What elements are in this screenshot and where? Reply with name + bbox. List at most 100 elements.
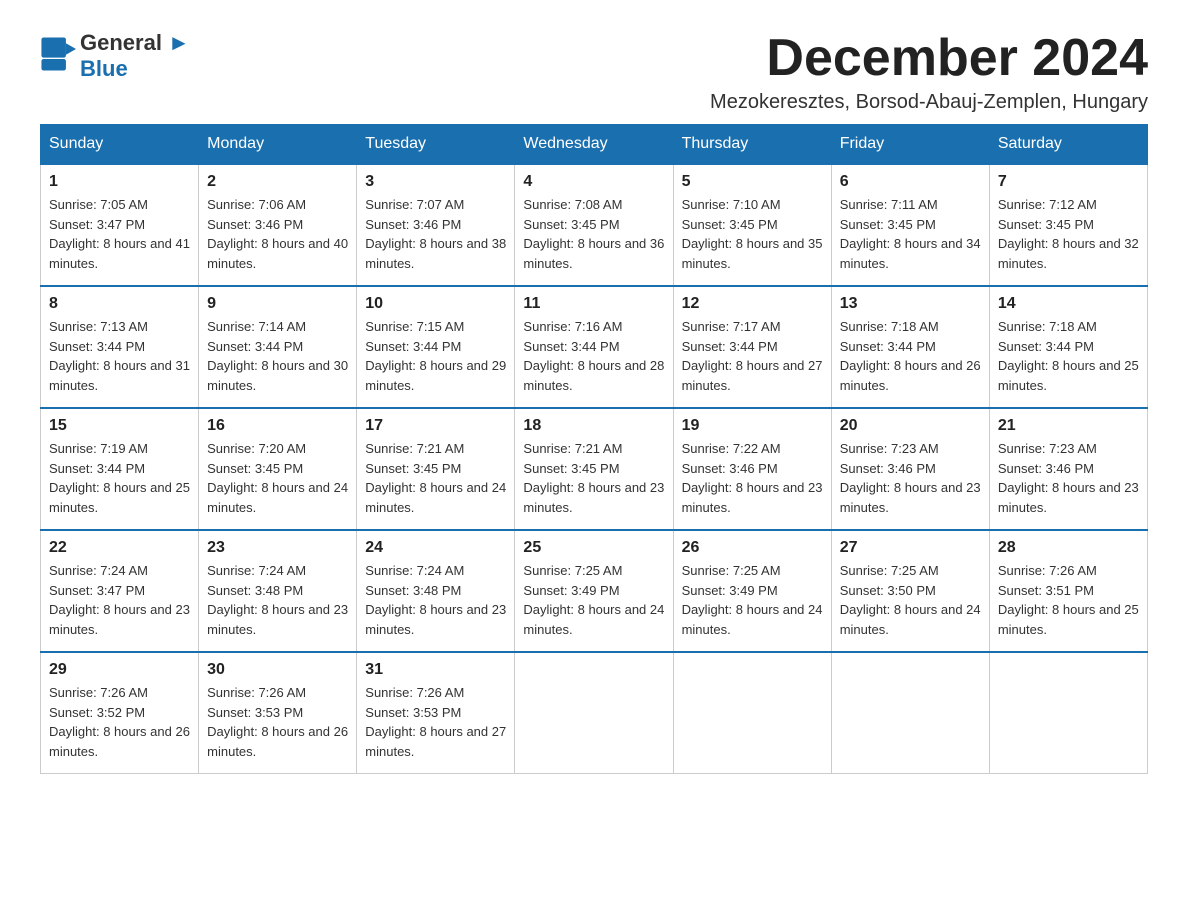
weekday-header-sunday: Sunday: [41, 125, 199, 165]
calendar-cell: 4 Sunrise: 7:08 AM Sunset: 3:45 PM Dayli…: [515, 164, 673, 286]
day-number: 10: [365, 295, 506, 313]
day-info: Sunrise: 7:25 AM Sunset: 3:49 PM Dayligh…: [523, 561, 664, 639]
weekday-header-monday: Monday: [199, 125, 357, 165]
day-number: 20: [840, 417, 981, 435]
day-number: 28: [998, 539, 1139, 557]
calendar-cell: 10 Sunrise: 7:15 AM Sunset: 3:44 PM Dayl…: [357, 286, 515, 408]
day-info: Sunrise: 7:25 AM Sunset: 3:49 PM Dayligh…: [682, 561, 823, 639]
calendar-cell: 30 Sunrise: 7:26 AM Sunset: 3:53 PM Dayl…: [199, 652, 357, 774]
calendar-cell: 9 Sunrise: 7:14 AM Sunset: 3:44 PM Dayli…: [199, 286, 357, 408]
day-info: Sunrise: 7:24 AM Sunset: 3:48 PM Dayligh…: [365, 561, 506, 639]
calendar-cell: 21 Sunrise: 7:23 AM Sunset: 3:46 PM Dayl…: [989, 408, 1147, 530]
day-number: 13: [840, 295, 981, 313]
day-number: 17: [365, 417, 506, 435]
day-info: Sunrise: 7:24 AM Sunset: 3:47 PM Dayligh…: [49, 561, 190, 639]
weekday-header-saturday: Saturday: [989, 125, 1147, 165]
day-info: Sunrise: 7:21 AM Sunset: 3:45 PM Dayligh…: [365, 439, 506, 517]
calendar-week-row: 15 Sunrise: 7:19 AM Sunset: 3:44 PM Dayl…: [41, 408, 1148, 530]
calendar-cell: 15 Sunrise: 7:19 AM Sunset: 3:44 PM Dayl…: [41, 408, 199, 530]
day-number: 30: [207, 661, 348, 679]
calendar-cell: 23 Sunrise: 7:24 AM Sunset: 3:48 PM Dayl…: [199, 530, 357, 652]
day-number: 31: [365, 661, 506, 679]
calendar-cell: 22 Sunrise: 7:24 AM Sunset: 3:47 PM Dayl…: [41, 530, 199, 652]
day-number: 21: [998, 417, 1139, 435]
calendar-cell: 18 Sunrise: 7:21 AM Sunset: 3:45 PM Dayl…: [515, 408, 673, 530]
calendar-cell: 11 Sunrise: 7:16 AM Sunset: 3:44 PM Dayl…: [515, 286, 673, 408]
day-info: Sunrise: 7:26 AM Sunset: 3:53 PM Dayligh…: [207, 683, 348, 761]
day-info: Sunrise: 7:07 AM Sunset: 3:46 PM Dayligh…: [365, 195, 506, 273]
calendar-table: SundayMondayTuesdayWednesdayThursdayFrid…: [40, 124, 1148, 774]
day-info: Sunrise: 7:06 AM Sunset: 3:46 PM Dayligh…: [207, 195, 348, 273]
day-number: 14: [998, 295, 1139, 313]
calendar-cell: 17 Sunrise: 7:21 AM Sunset: 3:45 PM Dayl…: [357, 408, 515, 530]
day-number: 1: [49, 173, 190, 191]
day-number: 12: [682, 295, 823, 313]
day-info: Sunrise: 7:10 AM Sunset: 3:45 PM Dayligh…: [682, 195, 823, 273]
day-number: 29: [49, 661, 190, 679]
calendar-cell: 2 Sunrise: 7:06 AM Sunset: 3:46 PM Dayli…: [199, 164, 357, 286]
day-number: 4: [523, 173, 664, 191]
calendar-cell: 29 Sunrise: 7:26 AM Sunset: 3:52 PM Dayl…: [41, 652, 199, 774]
day-number: 27: [840, 539, 981, 557]
calendar-cell: 24 Sunrise: 7:24 AM Sunset: 3:48 PM Dayl…: [357, 530, 515, 652]
calendar-cell: 27 Sunrise: 7:25 AM Sunset: 3:50 PM Dayl…: [831, 530, 989, 652]
month-title: December 2024: [710, 30, 1148, 87]
day-number: 18: [523, 417, 664, 435]
day-info: Sunrise: 7:21 AM Sunset: 3:45 PM Dayligh…: [523, 439, 664, 517]
calendar-cell: 5 Sunrise: 7:10 AM Sunset: 3:45 PM Dayli…: [673, 164, 831, 286]
day-info: Sunrise: 7:11 AM Sunset: 3:45 PM Dayligh…: [840, 195, 981, 273]
day-number: 25: [523, 539, 664, 557]
day-info: Sunrise: 7:25 AM Sunset: 3:50 PM Dayligh…: [840, 561, 981, 639]
calendar-week-row: 1 Sunrise: 7:05 AM Sunset: 3:47 PM Dayli…: [41, 164, 1148, 286]
logo-icon: [40, 36, 76, 72]
logo-bottom: Blue: [80, 56, 190, 82]
day-info: Sunrise: 7:13 AM Sunset: 3:44 PM Dayligh…: [49, 317, 190, 395]
weekday-header-tuesday: Tuesday: [357, 125, 515, 165]
calendar-cell: 6 Sunrise: 7:11 AM Sunset: 3:45 PM Dayli…: [831, 164, 989, 286]
logo-blue-text: ►: [162, 30, 190, 55]
day-info: Sunrise: 7:20 AM Sunset: 3:45 PM Dayligh…: [207, 439, 348, 517]
day-number: 16: [207, 417, 348, 435]
day-number: 6: [840, 173, 981, 191]
day-number: 19: [682, 417, 823, 435]
day-info: Sunrise: 7:26 AM Sunset: 3:53 PM Dayligh…: [365, 683, 506, 761]
day-info: Sunrise: 7:16 AM Sunset: 3:44 PM Dayligh…: [523, 317, 664, 395]
calendar-cell: 28 Sunrise: 7:26 AM Sunset: 3:51 PM Dayl…: [989, 530, 1147, 652]
day-number: 2: [207, 173, 348, 191]
calendar-cell: [989, 652, 1147, 774]
day-info: Sunrise: 7:17 AM Sunset: 3:44 PM Dayligh…: [682, 317, 823, 395]
calendar-cell: 31 Sunrise: 7:26 AM Sunset: 3:53 PM Dayl…: [357, 652, 515, 774]
calendar-cell: 13 Sunrise: 7:18 AM Sunset: 3:44 PM Dayl…: [831, 286, 989, 408]
calendar-cell: [673, 652, 831, 774]
title-area: December 2024 Mezokeresztes, Borsod-Abau…: [710, 30, 1148, 114]
day-info: Sunrise: 7:15 AM Sunset: 3:44 PM Dayligh…: [365, 317, 506, 395]
day-info: Sunrise: 7:26 AM Sunset: 3:51 PM Dayligh…: [998, 561, 1139, 639]
calendar-header-row: SundayMondayTuesdayWednesdayThursdayFrid…: [41, 125, 1148, 165]
day-info: Sunrise: 7:23 AM Sunset: 3:46 PM Dayligh…: [840, 439, 981, 517]
day-info: Sunrise: 7:08 AM Sunset: 3:45 PM Dayligh…: [523, 195, 664, 273]
calendar-cell: 1 Sunrise: 7:05 AM Sunset: 3:47 PM Dayli…: [41, 164, 199, 286]
calendar-cell: [515, 652, 673, 774]
calendar-cell: 14 Sunrise: 7:18 AM Sunset: 3:44 PM Dayl…: [989, 286, 1147, 408]
calendar-cell: 8 Sunrise: 7:13 AM Sunset: 3:44 PM Dayli…: [41, 286, 199, 408]
logo: General ► Blue: [40, 30, 190, 83]
calendar-week-row: 8 Sunrise: 7:13 AM Sunset: 3:44 PM Dayli…: [41, 286, 1148, 408]
day-info: Sunrise: 7:05 AM Sunset: 3:47 PM Dayligh…: [49, 195, 190, 273]
day-info: Sunrise: 7:18 AM Sunset: 3:44 PM Dayligh…: [840, 317, 981, 395]
calendar-cell: 20 Sunrise: 7:23 AM Sunset: 3:46 PM Dayl…: [831, 408, 989, 530]
day-number: 15: [49, 417, 190, 435]
day-number: 22: [49, 539, 190, 557]
calendar-cell: 12 Sunrise: 7:17 AM Sunset: 3:44 PM Dayl…: [673, 286, 831, 408]
day-number: 24: [365, 539, 506, 557]
day-number: 11: [523, 295, 664, 313]
location-subtitle: Mezokeresztes, Borsod-Abauj-Zemplen, Hun…: [710, 91, 1148, 114]
calendar-cell: 7 Sunrise: 7:12 AM Sunset: 3:45 PM Dayli…: [989, 164, 1147, 286]
day-info: Sunrise: 7:19 AM Sunset: 3:44 PM Dayligh…: [49, 439, 190, 517]
calendar-cell: 19 Sunrise: 7:22 AM Sunset: 3:46 PM Dayl…: [673, 408, 831, 530]
day-number: 5: [682, 173, 823, 191]
day-number: 26: [682, 539, 823, 557]
day-info: Sunrise: 7:24 AM Sunset: 3:48 PM Dayligh…: [207, 561, 348, 639]
calendar-week-row: 22 Sunrise: 7:24 AM Sunset: 3:47 PM Dayl…: [41, 530, 1148, 652]
calendar-cell: 25 Sunrise: 7:25 AM Sunset: 3:49 PM Dayl…: [515, 530, 673, 652]
calendar-week-row: 29 Sunrise: 7:26 AM Sunset: 3:52 PM Dayl…: [41, 652, 1148, 774]
